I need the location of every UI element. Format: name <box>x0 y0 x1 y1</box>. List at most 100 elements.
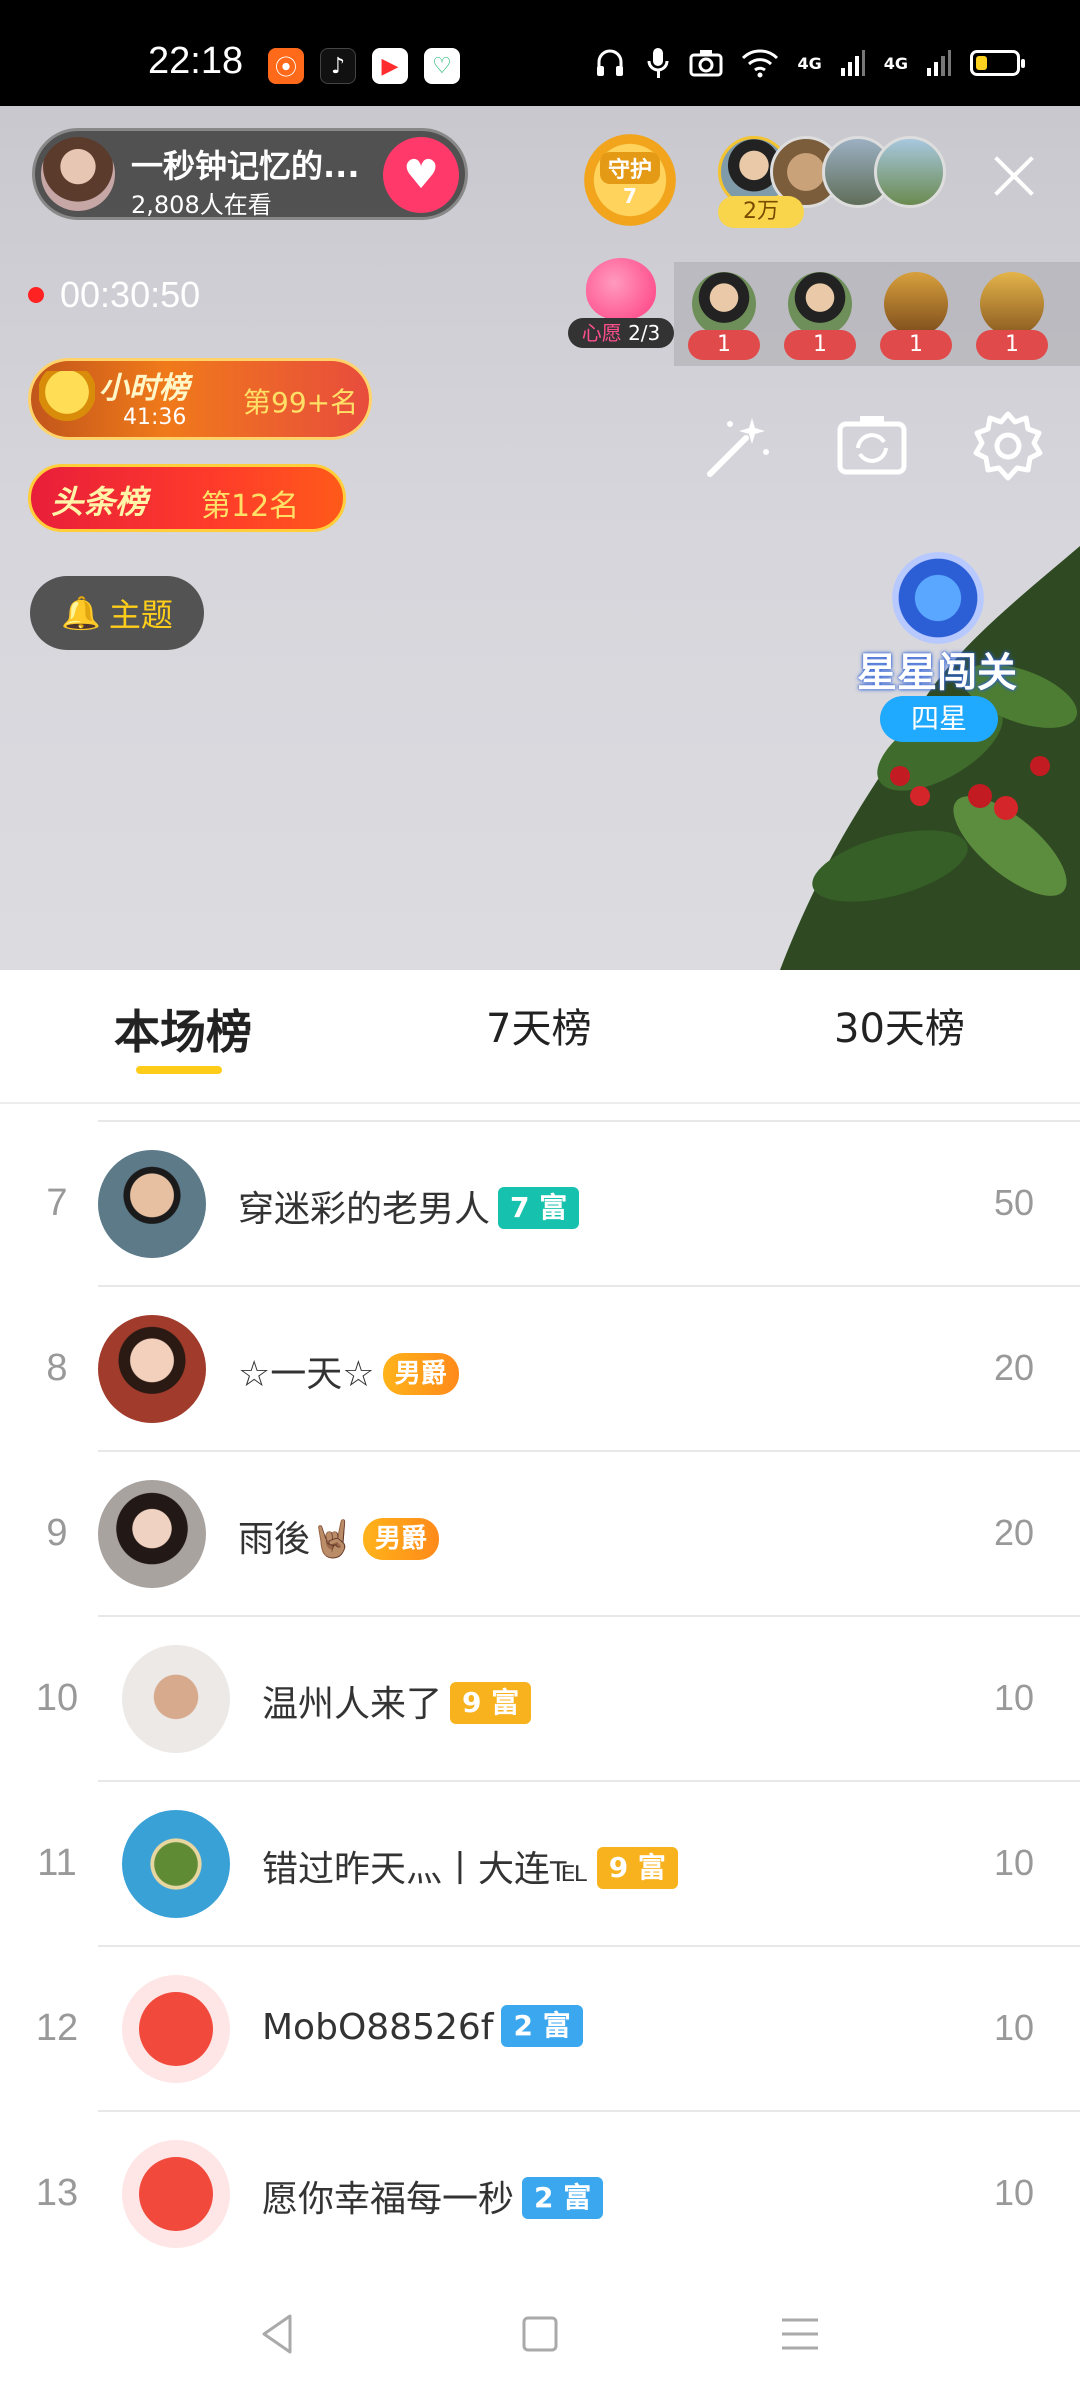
tab-7-days[interactable]: 7天榜 <box>486 996 591 1054</box>
top-viewer-count: 2万 <box>718 196 804 228</box>
user-name: 雨後🤘🏽 男爵 <box>238 1510 439 1562</box>
wish-badge[interactable]: 心愿 2/3 <box>568 258 674 354</box>
gift-user-avatar <box>788 272 852 336</box>
wealth-badge: 9 富 <box>596 1847 678 1889</box>
avatar[interactable] <box>122 1645 230 1753</box>
menu-icon[interactable] <box>776 2310 824 2358</box>
gift-user[interactable]: 1 <box>688 272 760 360</box>
rank-number: 11 <box>37 1842 77 1884</box>
gift-count: 1 <box>976 330 1048 360</box>
trophy-icon <box>39 371 95 431</box>
gift-user[interactable]: 1 <box>784 272 856 360</box>
flip-camera-icon[interactable] <box>834 408 910 484</box>
avatar[interactable] <box>122 1810 230 1918</box>
live-stream-view[interactable]: 一秒钟记忆的... 2,808人在看 ♥ 守护 7 2万 00:30:50 心愿… <box>0 106 1080 970</box>
notification-icons: ⦿ ♪ ▶ ♡ <box>268 48 460 84</box>
divider <box>98 1615 1080 1617</box>
list-item[interactable]: 8 ☆一天☆ 男爵 20 <box>0 1285 1080 1450</box>
host-avatar[interactable] <box>41 137 115 211</box>
divider <box>98 1780 1080 1782</box>
avatar[interactable] <box>98 1480 206 1588</box>
rank-number: 10 <box>35 1677 79 1719</box>
list-item[interactable]: 9 雨後🤘🏽 男爵 20 <box>0 1450 1080 1615</box>
headline-rank-badge[interactable]: 头条榜 第12名 <box>28 464 346 532</box>
headline-rank-position: 第12名 <box>201 489 300 524</box>
headline-rank-title: 头条榜 <box>51 483 148 521</box>
magic-wand-icon[interactable] <box>700 408 776 484</box>
status-bar: 22:18 ⦿ ♪ ▶ ♡ 4G 4G <box>0 0 1080 106</box>
list-item[interactable]: 11 错过昨天灬丨大连℡ 9 富 10 <box>0 1780 1080 1945</box>
rank-number: 7 <box>46 1182 68 1224</box>
host-info-pill[interactable]: 一秒钟记忆的... 2,808人在看 ♥ <box>32 128 468 220</box>
system-icons: 4G 4G <box>593 46 1025 80</box>
home-icon[interactable] <box>516 2310 564 2358</box>
host-name: 一秒钟记忆的... <box>131 147 360 185</box>
divider <box>98 2110 1080 2112</box>
tab-indicator <box>136 1066 222 1074</box>
follow-button[interactable]: ♥ <box>383 137 459 213</box>
gift-count: 1 <box>784 330 856 360</box>
camera-icon <box>689 48 723 78</box>
battery-icon <box>970 50 1025 76</box>
avatar[interactable] <box>98 1150 206 1258</box>
kuaishou-app-icon: ⦿ <box>268 48 304 84</box>
heart-plus-icon: ♥ <box>403 152 439 198</box>
guard-badge[interactable]: 守护 7 <box>584 134 676 226</box>
rank-number: 8 <box>46 1347 68 1389</box>
contribution-score: 10 <box>993 1842 1034 1883</box>
user-name: MobO88526f 2 富 <box>262 2005 583 2048</box>
guard-label: 守护 <box>599 152 660 184</box>
wealth-badge: 2 富 <box>522 2177 604 2219</box>
top-viewer-avatar[interactable] <box>874 136 946 208</box>
star-challenge-badge[interactable]: 星星闯关 四星 <box>842 536 1032 746</box>
recording-dot-icon <box>28 287 44 303</box>
rank-number: 12 <box>35 2007 79 2049</box>
avatar[interactable] <box>98 1315 206 1423</box>
microphone-icon <box>645 46 671 80</box>
wish-progress: 2/3 <box>628 321 661 345</box>
back-icon[interactable] <box>254 2310 302 2358</box>
tab-30-days[interactable]: 30天榜 <box>834 996 965 1054</box>
contribution-score: 10 <box>993 1677 1034 1718</box>
user-name: ☆一天☆ 男爵 <box>238 1345 459 1397</box>
wealth-badge: 7 富 <box>498 1187 580 1229</box>
close-icon[interactable] <box>984 146 1044 206</box>
settings-gear-icon[interactable] <box>970 408 1046 484</box>
default-avatar-icon[interactable] <box>122 1975 230 2083</box>
list-item[interactable]: 7 穿迷彩的老男人 7 富 50 <box>0 1120 1080 1285</box>
contribution-score: 10 <box>993 2007 1034 2048</box>
navigation-bar <box>0 2270 1080 2400</box>
gift-user[interactable]: 1 <box>880 272 952 360</box>
noble-badge: 男爵 <box>362 1518 439 1560</box>
gift-contributors[interactable]: 1 1 1 1 <box>674 262 1080 366</box>
contribution-score: 20 <box>993 1347 1034 1388</box>
guard-count: 7 <box>623 184 637 208</box>
theme-button[interactable]: 🔔 主题 <box>30 576 204 650</box>
contribution-score: 20 <box>993 1512 1034 1553</box>
gift-user[interactable]: 1 <box>976 272 1048 360</box>
hour-rank-badge[interactable]: 小时榜 41:36 第99+名 <box>28 358 372 440</box>
noble-badge: 男爵 <box>382 1353 459 1395</box>
divider <box>98 1285 1080 1287</box>
list-item[interactable]: 12 MobO88526f 2 富 10 <box>0 1945 1080 2110</box>
ranking-panel: 本场榜 7天榜 30天榜 7 穿迷彩的老男人 7 富 50 8 ☆一天☆ 男爵 20… <box>0 970 1080 2400</box>
recording-time: 00:30:50 <box>60 274 201 315</box>
contribution-score: 10 <box>993 2172 1034 2213</box>
signal-icon <box>840 48 866 78</box>
default-avatar-icon[interactable] <box>122 2140 230 2248</box>
wealth-badge: 9 富 <box>450 1682 532 1724</box>
gift-user-avatar <box>980 272 1044 336</box>
list-item[interactable]: 10 温州人来了 9 富 10 <box>0 1615 1080 1780</box>
hour-rank-title: 小时榜 <box>99 371 189 406</box>
wish-label: 心愿 2/3 <box>568 318 674 348</box>
gift-user-avatar <box>692 272 756 336</box>
user-name: 错过昨天灬丨大连℡ 9 富 <box>262 1840 678 1892</box>
contribution-score: 50 <box>993 1182 1034 1223</box>
tab-current-session[interactable]: 本场榜 <box>114 996 252 1062</box>
star-challenge-title: 星星闯关 <box>857 650 1017 696</box>
top-viewers[interactable]: 2万 <box>718 136 948 228</box>
list-item[interactable]: 13 愿你幸福每一秒 2 富 10 <box>0 2110 1080 2275</box>
wifi-icon <box>741 48 779 78</box>
star-emblem-icon <box>892 552 984 644</box>
gift-count: 1 <box>880 330 952 360</box>
